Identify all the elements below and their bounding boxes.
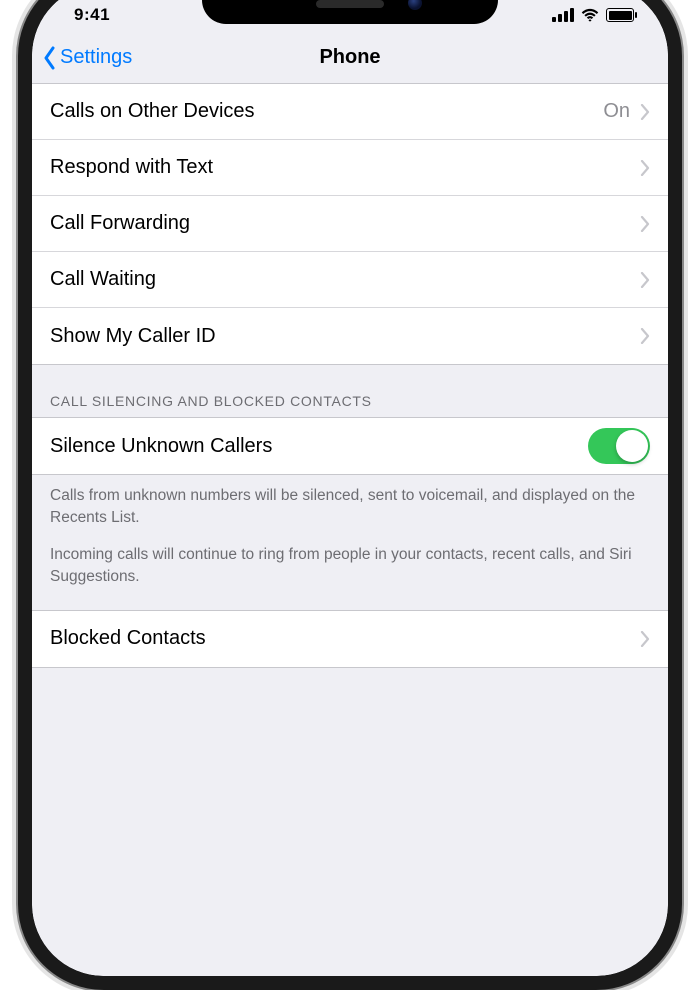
chevron-right-icon xyxy=(640,631,650,647)
row-respond-with-text[interactable]: Respond with Text xyxy=(32,140,668,196)
silence-unknown-toggle[interactable] xyxy=(588,428,650,464)
row-label: Blocked Contacts xyxy=(50,627,640,650)
footer-text-1: Calls from unknown numbers will be silen… xyxy=(50,485,650,528)
front-camera xyxy=(408,0,422,10)
status-time: 9:41 xyxy=(56,5,110,25)
row-label: Show My Caller ID xyxy=(50,325,640,348)
row-value: On xyxy=(603,100,630,123)
notch xyxy=(202,0,498,24)
chevron-right-icon xyxy=(640,104,650,120)
earpiece-speaker xyxy=(316,0,384,8)
row-label: Respond with Text xyxy=(50,156,640,179)
chevron-right-icon xyxy=(640,216,650,232)
row-calls-on-other-devices[interactable]: Calls on Other Devices On xyxy=(32,84,668,140)
chevron-right-icon xyxy=(640,272,650,288)
row-silence-unknown-callers[interactable]: Silence Unknown Callers xyxy=(32,418,668,474)
wifi-icon xyxy=(581,8,599,22)
section-footer-silencing: Calls from unknown numbers will be silen… xyxy=(32,475,668,610)
battery-icon xyxy=(606,8,634,22)
footer-text-2: Incoming calls will continue to ring fro… xyxy=(50,544,650,587)
row-call-forwarding[interactable]: Call Forwarding xyxy=(32,196,668,252)
row-call-waiting[interactable]: Call Waiting xyxy=(32,252,668,308)
row-label: Calls on Other Devices xyxy=(50,100,603,123)
row-label: Call Forwarding xyxy=(50,212,640,235)
section-header-silencing: CALL SILENCING AND BLOCKED CONTACTS xyxy=(32,365,668,417)
chevron-left-icon xyxy=(42,46,58,70)
navigation-bar: Settings Phone xyxy=(32,32,668,84)
row-label: Call Waiting xyxy=(50,268,640,291)
toggle-knob xyxy=(616,430,648,462)
row-show-my-caller-id[interactable]: Show My Caller ID xyxy=(32,308,668,364)
iphone-device-frame: 9:41 Settings xyxy=(18,0,682,990)
chevron-right-icon xyxy=(640,328,650,344)
chevron-right-icon xyxy=(640,160,650,176)
back-label: Settings xyxy=(60,46,132,69)
back-button[interactable]: Settings xyxy=(40,46,319,70)
page-title: Phone xyxy=(319,46,380,69)
row-label: Silence Unknown Callers xyxy=(50,435,588,458)
row-blocked-contacts[interactable]: Blocked Contacts xyxy=(32,611,668,667)
cellular-signal-icon xyxy=(552,8,574,22)
